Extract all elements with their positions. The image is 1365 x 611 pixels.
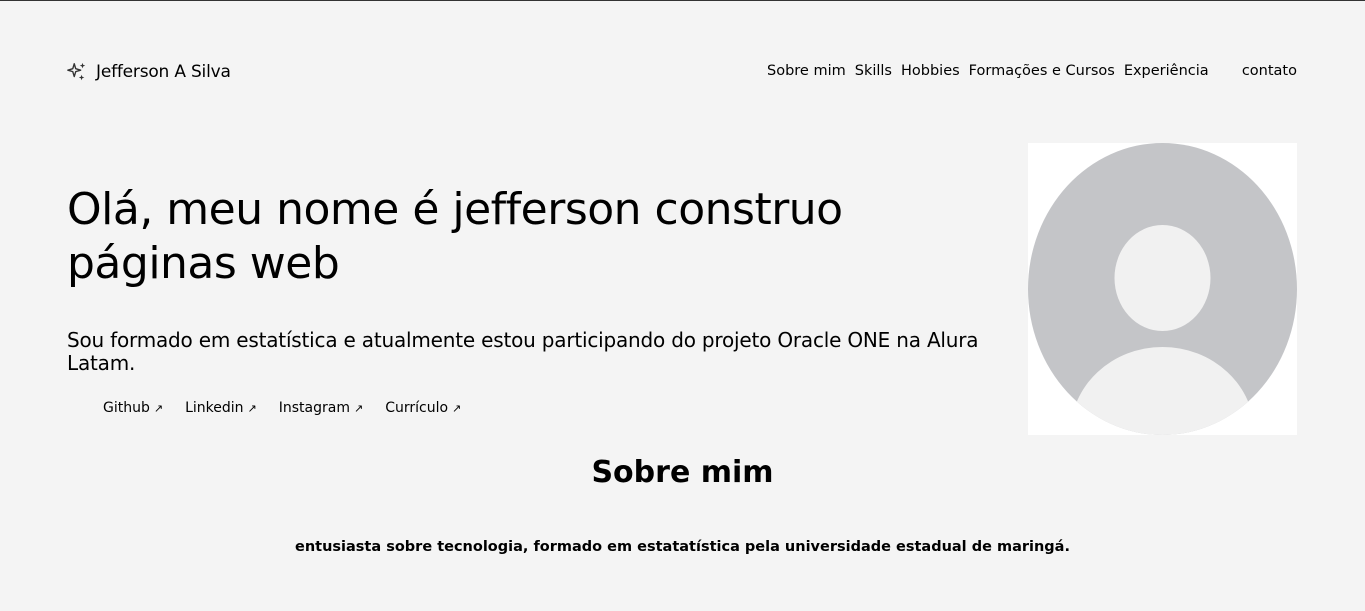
hero-title: Olá, meu nome é jefferson construo págin… <box>67 184 843 289</box>
sparkles-icon <box>67 62 86 81</box>
external-arrow-icon: ↗ <box>247 401 257 415</box>
external-arrow-icon: ↗ <box>452 401 462 415</box>
about-section-text: entusiasta sobre tecnologia, formado em … <box>295 539 1070 555</box>
instagram-link-label: Instagram <box>278 400 350 416</box>
contact-link[interactable]: contato <box>1242 63 1297 79</box>
nav-item-sobre-mim[interactable]: Sobre mim <box>767 63 846 79</box>
github-link[interactable]: Github ↗ <box>103 400 163 416</box>
main-nav: Sobre mim Skills Hobbies Formações e Cur… <box>767 63 1209 79</box>
github-link-label: Github <box>103 400 150 416</box>
linkedin-link[interactable]: Linkedin ↗ <box>185 400 257 416</box>
top-border <box>0 0 1365 1</box>
about-section-title: Sobre mim <box>591 455 774 490</box>
nav-item-skills[interactable]: Skills <box>855 63 892 79</box>
instagram-link[interactable]: Instagram ↗ <box>279 400 363 416</box>
external-arrow-icon: ↗ <box>153 401 164 415</box>
curriculo-link[interactable]: Currículo ↗ <box>385 400 461 416</box>
curriculo-link-label: Currículo <box>385 400 449 416</box>
nav-item-experiencia[interactable]: Experiência <box>1124 63 1209 79</box>
brand-name: Jefferson A Silva <box>96 62 231 82</box>
social-links: Github ↗ Linkedin ↗ Instagram ↗ Currícul… <box>103 400 461 416</box>
brand[interactable]: Jefferson A Silva <box>66 61 231 83</box>
linkedin-link-label: Linkedin <box>185 400 244 416</box>
nav-item-formacoes[interactable]: Formações e Cursos <box>969 63 1115 79</box>
hero-subtitle: Sou formado em estatística e atualmente … <box>67 328 979 375</box>
user-avatar-placeholder-icon <box>1028 143 1297 435</box>
external-arrow-icon: ↗ <box>353 401 364 415</box>
avatar <box>1028 143 1297 435</box>
nav-item-hobbies[interactable]: Hobbies <box>901 63 960 79</box>
